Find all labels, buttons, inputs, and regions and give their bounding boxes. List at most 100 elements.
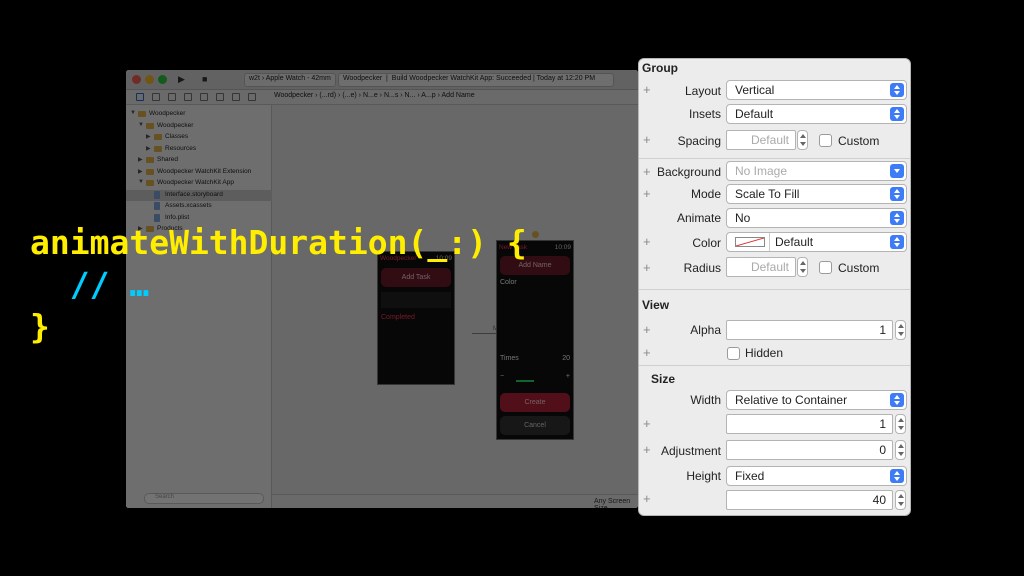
navigator-item[interactable]: ▶ Woodpecker WatchKit Extension: [126, 167, 272, 178]
alpha-field[interactable]: 1: [726, 320, 893, 340]
width-multiplier-stepper[interactable]: [895, 414, 906, 434]
add-variation-mode[interactable]: +: [643, 187, 651, 201]
navigator-item[interactable]: ▶ Classes: [126, 132, 272, 143]
spacing-field[interactable]: Default: [726, 130, 796, 150]
symbol-navigator-icon[interactable]: [168, 93, 176, 101]
spacing-label: Spacing: [677, 134, 721, 148]
navigator-item[interactable]: ▶ Resources: [126, 144, 272, 155]
navigator-item[interactable]: ▼ Woodpecker: [126, 121, 272, 132]
canvas-bottom-bar: Any Screen Size: [272, 494, 638, 508]
find-navigator-icon[interactable]: [184, 93, 192, 101]
height-field[interactable]: 40: [726, 490, 893, 510]
divider: [639, 158, 910, 159]
popup-arrows-icon: [890, 211, 904, 225]
add-variation-hidden[interactable]: +: [643, 346, 651, 360]
insets-label: Insets: [688, 107, 721, 121]
add-variation-width[interactable]: +: [643, 417, 651, 431]
width-value: Relative to Container: [735, 393, 848, 407]
navigator-item-label: Woodpecker WatchKit App: [157, 179, 234, 186]
navigator-item[interactable]: Assets.xcassets: [126, 201, 272, 212]
navigator-item[interactable]: ▼ Woodpecker WatchKit App: [126, 178, 272, 189]
minus-icon[interactable]: −: [500, 373, 504, 380]
width-multiplier-field[interactable]: 1: [726, 414, 893, 434]
radius-stepper[interactable]: [797, 257, 808, 277]
times-stepper[interactable]: − +: [500, 373, 570, 389]
divider: [639, 365, 910, 366]
issue-navigator-icon[interactable]: [200, 93, 208, 101]
debug-navigator-icon[interactable]: [232, 93, 240, 101]
disclosure-triangle-icon[interactable]: ▶: [138, 168, 143, 175]
source-control-icon[interactable]: [152, 93, 160, 101]
add-variation-height[interactable]: +: [643, 492, 651, 506]
run-icon[interactable]: ▶: [178, 74, 185, 85]
popup-arrows-icon: [890, 83, 904, 97]
add-variation-adjustment[interactable]: +: [643, 443, 651, 457]
times-label: Times: [500, 355, 519, 362]
layout-popup[interactable]: Vertical: [726, 80, 907, 100]
status-text: Build Woodpecker WatchKit App: Succeeded…: [391, 75, 596, 82]
insets-popup[interactable]: Default: [726, 104, 907, 124]
popup-arrows-icon: [890, 187, 904, 201]
stop-icon[interactable]: ■: [202, 74, 207, 84]
add-variation-color[interactable]: +: [643, 235, 651, 249]
chevron-down-icon[interactable]: [890, 164, 904, 178]
disclosure-triangle-icon[interactable]: ▼: [138, 179, 144, 185]
color-label: Color: [692, 236, 721, 250]
zoom-window-button[interactable]: [158, 75, 167, 84]
navigator-item[interactable]: Interface.storyboard: [126, 189, 272, 201]
xcode-titlebar: ▶ ■ w2t › Apple Watch - 42mm Woodpecker …: [126, 70, 638, 90]
adjustment-label: Adjustment: [660, 444, 721, 458]
background-combo[interactable]: No Image: [726, 161, 907, 181]
add-variation-radius[interactable]: +: [643, 261, 651, 275]
disclosure-triangle-icon[interactable]: ▶: [146, 133, 151, 140]
file-icon: [154, 213, 160, 222]
test-navigator-icon[interactable]: [216, 93, 224, 101]
navigator-item[interactable]: ▼ Woodpecker: [126, 109, 272, 120]
close-window-button[interactable]: [132, 75, 141, 84]
add-variation-layout[interactable]: +: [643, 83, 651, 97]
jump-bar[interactable]: Woodpecker › (...rd) › (...e) › N...e › …: [274, 92, 475, 99]
navigator-filter-field[interactable]: Search: [144, 493, 264, 504]
height-stepper[interactable]: [895, 490, 906, 510]
disclosure-triangle-icon[interactable]: ▶: [138, 156, 143, 163]
animate-popup[interactable]: No: [726, 208, 907, 228]
code-snippet: animateWithDuration(_:) { // …}: [30, 222, 527, 348]
folder-icon: [146, 157, 154, 163]
disclosure-triangle-icon[interactable]: ▼: [138, 122, 144, 128]
spacing-custom-label: Custom: [838, 134, 880, 148]
folder-icon: [146, 122, 154, 129]
radius-custom-checkbox[interactable]: [819, 261, 832, 274]
breakpoint-navigator-icon[interactable]: [248, 93, 256, 101]
cancel-button[interactable]: Cancel: [500, 416, 570, 435]
adjustment-stepper[interactable]: [895, 440, 906, 460]
add-variation-background[interactable]: +: [643, 165, 651, 179]
create-button[interactable]: Create: [500, 393, 570, 412]
width-popup[interactable]: Relative to Container: [726, 390, 907, 410]
background-label: Background: [656, 165, 721, 179]
disclosure-triangle-icon[interactable]: ▶: [146, 145, 151, 152]
scheme-selector[interactable]: w2t › Apple Watch - 42mm: [244, 73, 336, 87]
mode-popup[interactable]: Scale To Fill: [726, 184, 907, 204]
navigator-item-label: Resources: [165, 144, 197, 152]
add-variation-spacing[interactable]: +: [643, 133, 651, 147]
disclosure-triangle-icon[interactable]: ▼: [130, 110, 136, 116]
spacing-custom-checkbox[interactable]: [819, 134, 832, 147]
hidden-checkbox[interactable]: [727, 347, 740, 360]
popup-arrows-icon: [890, 393, 904, 407]
radius-field[interactable]: Default: [726, 257, 796, 277]
adjustment-field[interactable]: 0: [726, 440, 893, 460]
layout-value: Vertical: [735, 83, 775, 97]
screen-size-label[interactable]: Any Screen Size: [594, 498, 638, 508]
height-popup[interactable]: Fixed: [726, 466, 907, 486]
alpha-stepper[interactable]: [895, 320, 906, 340]
navigator-item-label: Info.plist: [165, 213, 190, 221]
spacing-stepper[interactable]: [797, 130, 808, 150]
popup-arrows-icon: [890, 235, 904, 249]
color-popup[interactable]: Default: [726, 232, 907, 252]
plus-icon[interactable]: +: [566, 373, 570, 380]
project-navigator-icon[interactable]: [136, 93, 144, 101]
navigator-item[interactable]: ▶ Shared: [126, 155, 272, 166]
add-variation-alpha[interactable]: +: [643, 323, 651, 337]
mode-label: Mode: [690, 187, 721, 201]
minimize-window-button[interactable]: [145, 75, 154, 84]
